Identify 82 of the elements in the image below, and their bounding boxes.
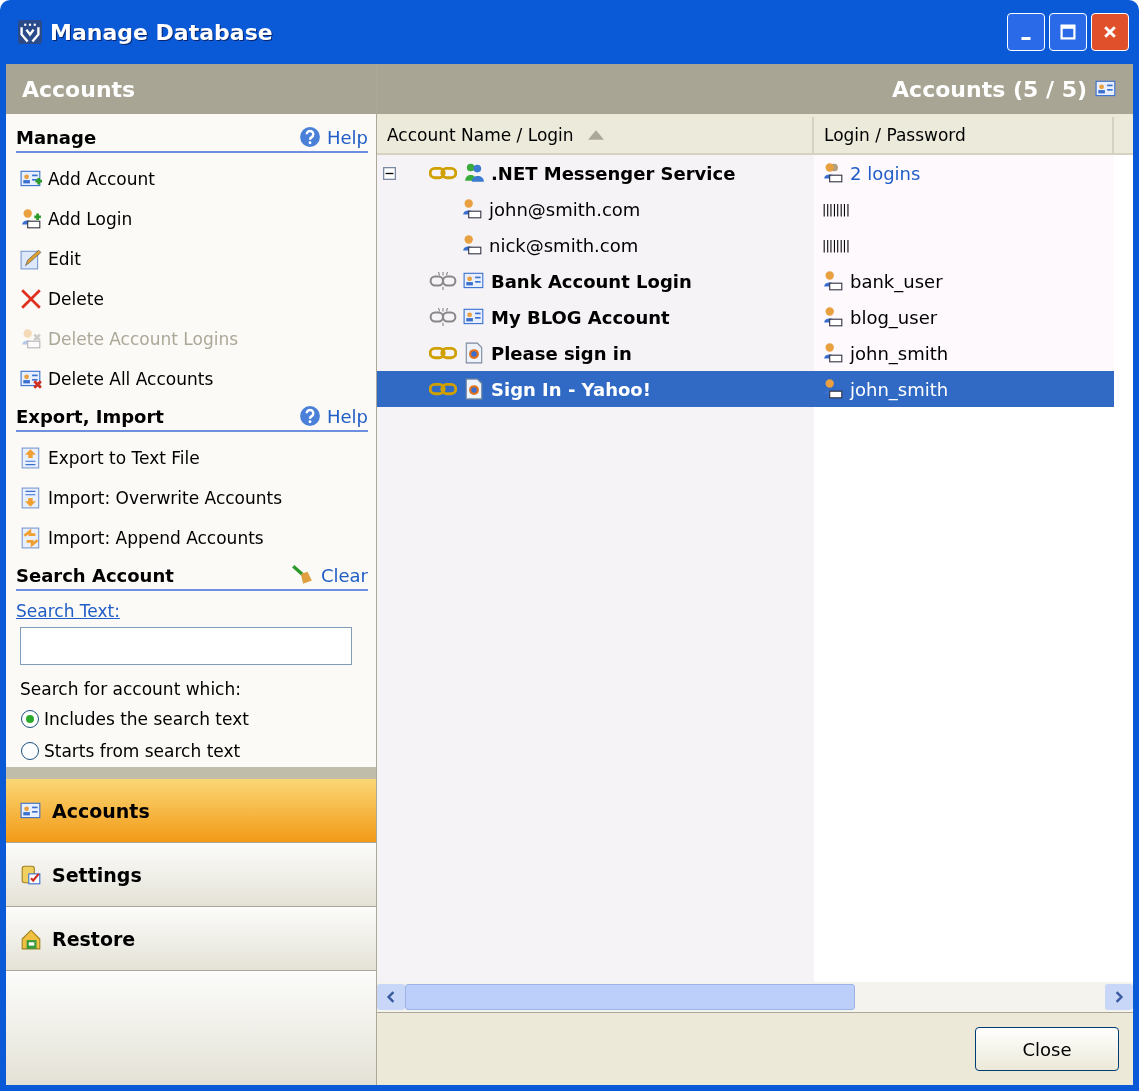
section-title: Search Account — [16, 564, 174, 586]
hands-icon — [18, 20, 42, 44]
user-icon — [461, 198, 483, 220]
panel-title: Accounts (5 / 5) — [892, 76, 1087, 102]
login-value: blog_user — [850, 306, 938, 328]
users-icon — [822, 162, 844, 184]
left-chevron-icon — [385, 991, 397, 1003]
horizontal-scrollbar[interactable] — [377, 982, 1133, 1012]
maximize-icon — [1060, 24, 1076, 40]
x-icon — [20, 288, 42, 310]
up-arrow-document-icon — [20, 447, 42, 469]
nav-button[interactable]: Settings — [6, 843, 376, 907]
user-icon — [822, 270, 844, 292]
close-button[interactable] — [1091, 13, 1129, 51]
sort-up-icon — [587, 130, 604, 140]
card-x-icon — [20, 368, 42, 390]
radio-option[interactable]: Starts from search text — [16, 735, 368, 767]
maximize-button[interactable] — [1049, 13, 1087, 51]
help-link[interactable]: Help — [298, 126, 368, 148]
user-icon — [822, 378, 844, 400]
section-title: Export, Import — [16, 405, 164, 427]
collapse-icon[interactable] — [383, 166, 396, 180]
account-name: Bank Account Login — [491, 270, 692, 292]
down-arrow-document-icon — [20, 487, 42, 509]
column-header[interactable]: Login / Password — [814, 117, 1114, 153]
account-name: Sign In - Yahoo! — [491, 378, 651, 400]
task-link[interactable]: Import: Overwrite Accounts — [16, 478, 368, 518]
column-header[interactable]: Account Name / Login — [377, 117, 814, 153]
close-icon — [1102, 24, 1118, 40]
task-link[interactable]: Add Login — [16, 199, 368, 239]
help-link[interactable]: Help — [298, 405, 368, 427]
login-name: john@smith.com — [489, 198, 641, 220]
login-value: john_smith — [850, 378, 949, 400]
checklist-icon — [20, 863, 42, 886]
task-link[interactable]: Import: Append Accounts — [16, 518, 368, 558]
scroll-left-button[interactable] — [377, 984, 405, 1010]
user-icon — [822, 342, 844, 364]
account-name: My BLOG Account — [491, 306, 670, 328]
login-name: nick@smith.com — [489, 234, 639, 256]
minimize-button[interactable] — [1007, 13, 1045, 51]
task-link[interactable]: Delete — [16, 279, 368, 319]
masked-password: |||||||| — [822, 237, 850, 253]
window-title: Manage Database — [50, 19, 273, 45]
scrollbar-thumb[interactable] — [405, 984, 855, 1010]
pencil-icon — [20, 248, 42, 270]
account-name: .NET Messenger Service — [491, 162, 736, 184]
radio-option[interactable]: Includes the search text — [16, 703, 368, 735]
nav-button[interactable]: Accounts — [6, 779, 376, 843]
account-name: Please sign in — [491, 342, 632, 364]
panel-title: Accounts — [22, 76, 136, 102]
task-link[interactable]: Export to Text File — [16, 438, 368, 478]
logins-link[interactable]: 2 logins — [850, 162, 921, 184]
minimize-icon — [1021, 36, 1031, 40]
user-plus-icon — [20, 208, 42, 230]
login-value: bank_user — [850, 270, 943, 292]
user-icon — [461, 234, 483, 256]
clear-link[interactable]: Clear — [288, 564, 368, 586]
people-icon — [463, 162, 485, 184]
task-link[interactable]: Delete All Accounts — [16, 359, 368, 399]
right-chevron-icon — [1113, 991, 1125, 1003]
user-x-icon — [20, 328, 42, 350]
house-icon — [20, 927, 42, 950]
user-icon — [822, 306, 844, 328]
radio-button[interactable] — [20, 741, 40, 761]
search-mode-label: Search for account which: — [20, 679, 242, 699]
field-label: Search Text: — [16, 601, 121, 621]
login-value: john_smith — [850, 342, 949, 364]
radio-button[interactable] — [20, 709, 40, 729]
search-field[interactable] — [20, 627, 352, 665]
scroll-right-button[interactable] — [1105, 984, 1133, 1010]
close-dialog-button[interactable]: Close — [975, 1027, 1119, 1071]
task-link[interactable]: Add Account — [16, 159, 368, 199]
task-link[interactable]: Edit — [16, 239, 368, 279]
swap-document-icon — [20, 527, 42, 549]
splitter-grip[interactable] — [6, 767, 376, 779]
section-title: Manage — [16, 126, 97, 148]
page-icon — [463, 378, 485, 400]
help-icon — [298, 126, 321, 148]
nav-button[interactable]: Restore — [6, 907, 376, 971]
page-icon — [463, 342, 485, 364]
masked-password: |||||||| — [822, 201, 850, 217]
help-icon — [298, 405, 321, 427]
